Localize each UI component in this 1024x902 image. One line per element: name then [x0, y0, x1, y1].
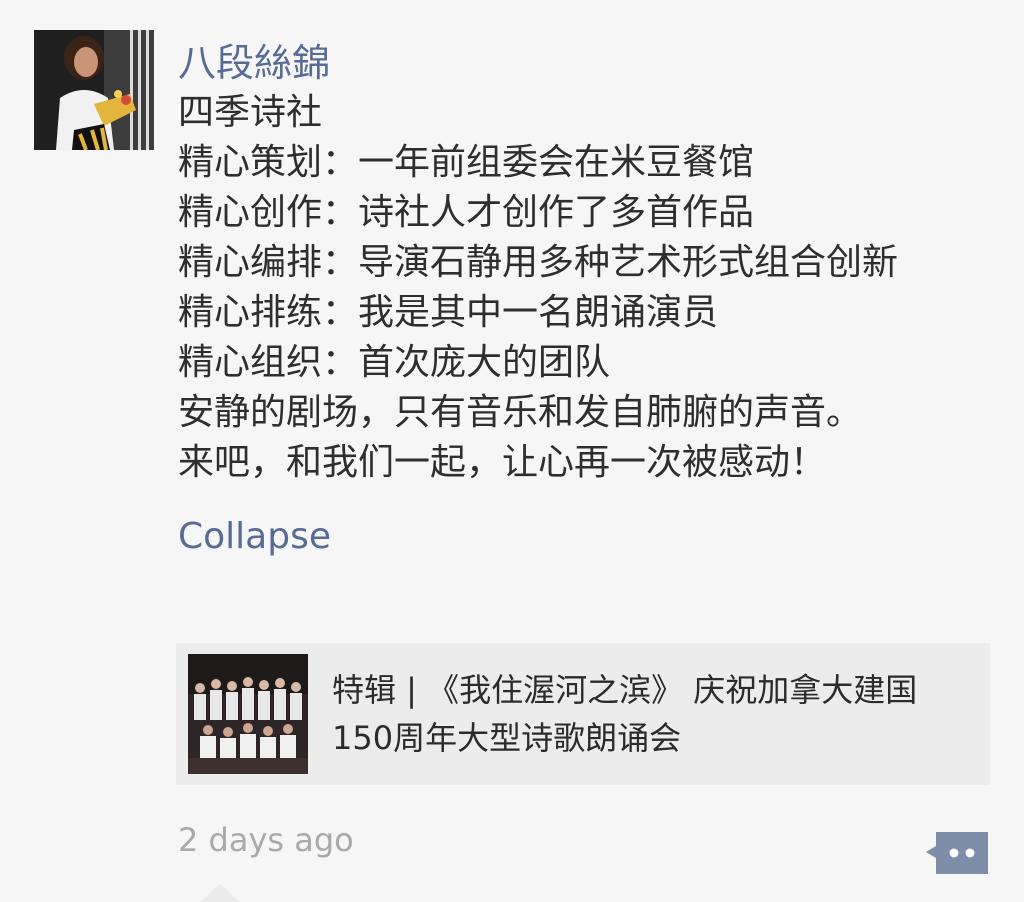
- comment-bubble-icon: [926, 832, 988, 874]
- post-line: 精心创作：诗社人才创作了多首作品: [178, 192, 755, 233]
- author-name[interactable]: 八段絲錦: [178, 38, 998, 88]
- comment-button[interactable]: [924, 830, 990, 876]
- post-content: 四季诗社 精心策划：一年前组委会在米豆餐馆 精心创作：诗社人才创作了多首作品 精…: [178, 88, 998, 488]
- post-line: 安静的剧场，只有音乐和发自肺腑的声音。: [178, 392, 863, 433]
- article-thumbnail: [188, 654, 308, 774]
- shared-article-card[interactable]: 特辑 | 《我住渥河之滨》 庆祝加拿大建国150周年大型诗歌朗诵会: [176, 643, 990, 785]
- article-title: 特辑 | 《我住渥河之滨》 庆祝加拿大建国150周年大型诗歌朗诵会: [332, 671, 918, 757]
- post-line: 精心排练：我是其中一名朗诵演员: [178, 292, 719, 333]
- avatar[interactable]: [34, 30, 154, 150]
- post-line: 精心组织：首次庞大的团队: [178, 342, 611, 383]
- post-line: 来吧，和我们一起，让心再一次被感动！: [178, 442, 827, 483]
- post-line: 四季诗社: [178, 92, 323, 133]
- post-line: 精心编排：导演石静用多种艺术形式组合创新: [178, 242, 899, 283]
- collapse-link[interactable]: Collapse: [178, 512, 331, 562]
- post-timestamp: 2 days ago: [178, 821, 354, 859]
- post-line: 精心策划：一年前组委会在米豆餐馆: [178, 142, 755, 183]
- comments-pointer: [200, 884, 240, 902]
- post: 八段絲錦 四季诗社 精心策划：一年前组委会在米豆餐馆 精心创作：诗社人才创作了多…: [178, 38, 998, 562]
